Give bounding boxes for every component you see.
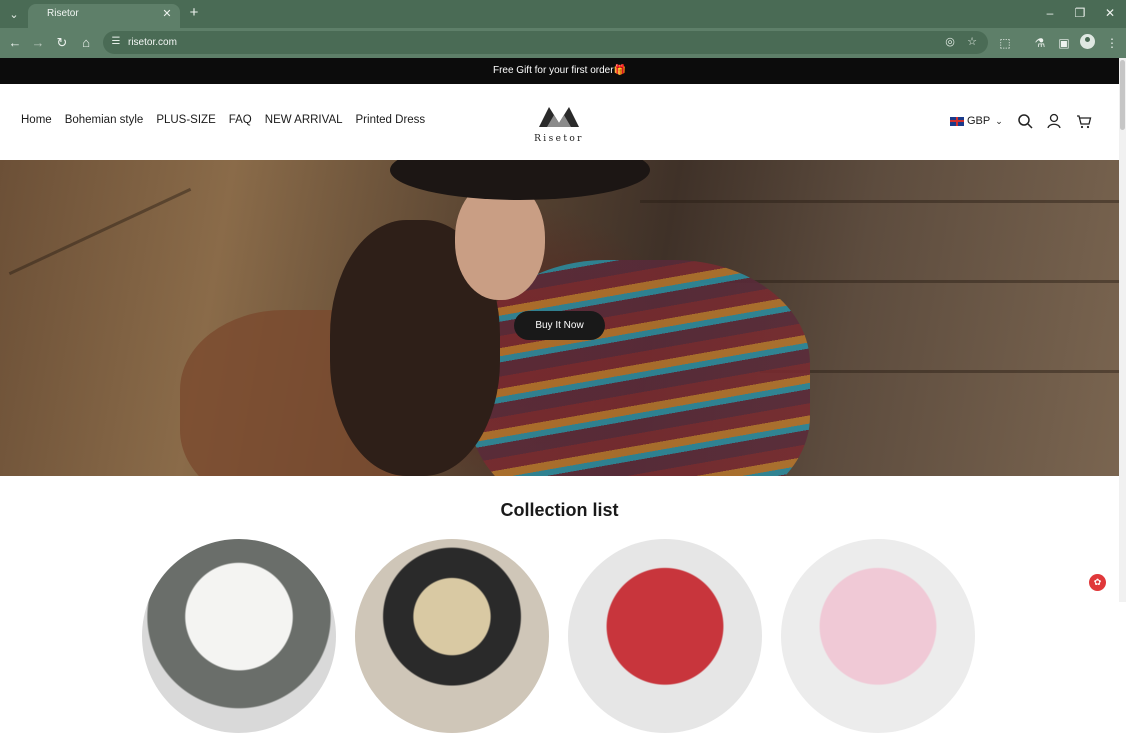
scrollbar-track[interactable] (1119, 58, 1126, 602)
nav-bohemian-style[interactable]: Bohemian style (65, 114, 144, 126)
currency-label: GBP (967, 115, 991, 127)
account-icon[interactable] (1045, 113, 1063, 131)
url-text[interactable]: risetor.com (128, 31, 177, 54)
restore-icon[interactable]: ❐ (1072, 6, 1088, 20)
logo-mark-icon (539, 107, 579, 127)
home-icon[interactable]: ⌂ (77, 34, 95, 52)
forward-icon[interactable]: → (29, 34, 47, 52)
collection-item-4[interactable] (781, 539, 975, 733)
address-bar[interactable]: ☰ risetor.com ◎ ☆ (103, 31, 988, 54)
wood-plank-line (760, 370, 1119, 373)
collection-item-3[interactable] (568, 539, 762, 733)
hat (390, 160, 650, 200)
browser-tab[interactable]: Risetor ✕ (28, 4, 180, 28)
eye-off-icon[interactable]: ◎ (942, 34, 958, 50)
minimize-icon[interactable]: – (1042, 6, 1058, 20)
collection-item-1[interactable] (142, 539, 336, 733)
reload-icon[interactable]: ↻ (53, 34, 71, 52)
profile-avatar-icon[interactable] (1080, 34, 1095, 49)
browser-toolbar: ← → ↻ ⌂ ☰ risetor.com ◎ ☆ ⬚ ⚗ ▣ ⋮ (0, 28, 1126, 58)
collection-item-2[interactable] (355, 539, 549, 733)
cart-icon[interactable] (1075, 113, 1093, 131)
tab-search-icon[interactable]: ⌄ (4, 4, 24, 24)
wood-plank-line (700, 280, 1119, 283)
chevron-down-icon: ⌄ (995, 115, 1003, 126)
nav-home[interactable]: Home (21, 114, 52, 126)
menu-icon[interactable]: ⋮ (1103, 34, 1121, 52)
announcement-bar: Free Gift for your first order🎁 (0, 58, 1119, 84)
logo-text: Risetor (534, 134, 584, 144)
chat-widget-icon[interactable]: ✿ (1089, 574, 1106, 591)
close-window-icon[interactable]: ✕ (1102, 6, 1118, 20)
collection-list-title: Collection list (500, 500, 619, 520)
back-icon[interactable]: ← (6, 34, 24, 52)
nav-printed-dress[interactable]: Printed Dress (356, 114, 426, 126)
search-icon[interactable] (1016, 113, 1034, 131)
sidepanel-icon[interactable]: ▣ (1055, 34, 1073, 52)
nav-plus-size[interactable]: PLUS-SIZE (156, 114, 215, 126)
star-icon[interactable]: ☆ (964, 34, 980, 50)
uk-flag-icon (950, 116, 964, 126)
buy-it-now-button[interactable]: Buy It Now (514, 311, 605, 340)
nav-faq[interactable]: FAQ (229, 114, 252, 126)
nav-new-arrival[interactable]: NEW ARRIVAL (265, 114, 343, 126)
wood-plank-line (640, 200, 1119, 203)
site-header: Home Bohemian style PLUS-SIZE FAQ NEW AR… (0, 84, 1119, 160)
main-nav: Home Bohemian style PLUS-SIZE FAQ NEW AR… (21, 114, 425, 126)
site-info-icon[interactable]: ☰ (109, 35, 123, 49)
extensions-icon[interactable]: ⬚ (996, 34, 1014, 52)
tab-title: Risetor (47, 8, 79, 19)
labs-icon[interactable]: ⚗ (1031, 34, 1049, 52)
new-tab-icon[interactable]: + (186, 5, 202, 21)
wood-plank-line (8, 187, 192, 276)
browser-tab-bar: ⌄ Risetor ✕ + – ❐ ✕ (0, 0, 1126, 28)
site-logo[interactable]: Risetor (527, 103, 591, 147)
scrollbar-thumb[interactable] (1120, 60, 1125, 130)
close-tab-icon[interactable]: ✕ (160, 7, 174, 21)
currency-selector[interactable]: GBP ⌄ (950, 115, 1003, 127)
